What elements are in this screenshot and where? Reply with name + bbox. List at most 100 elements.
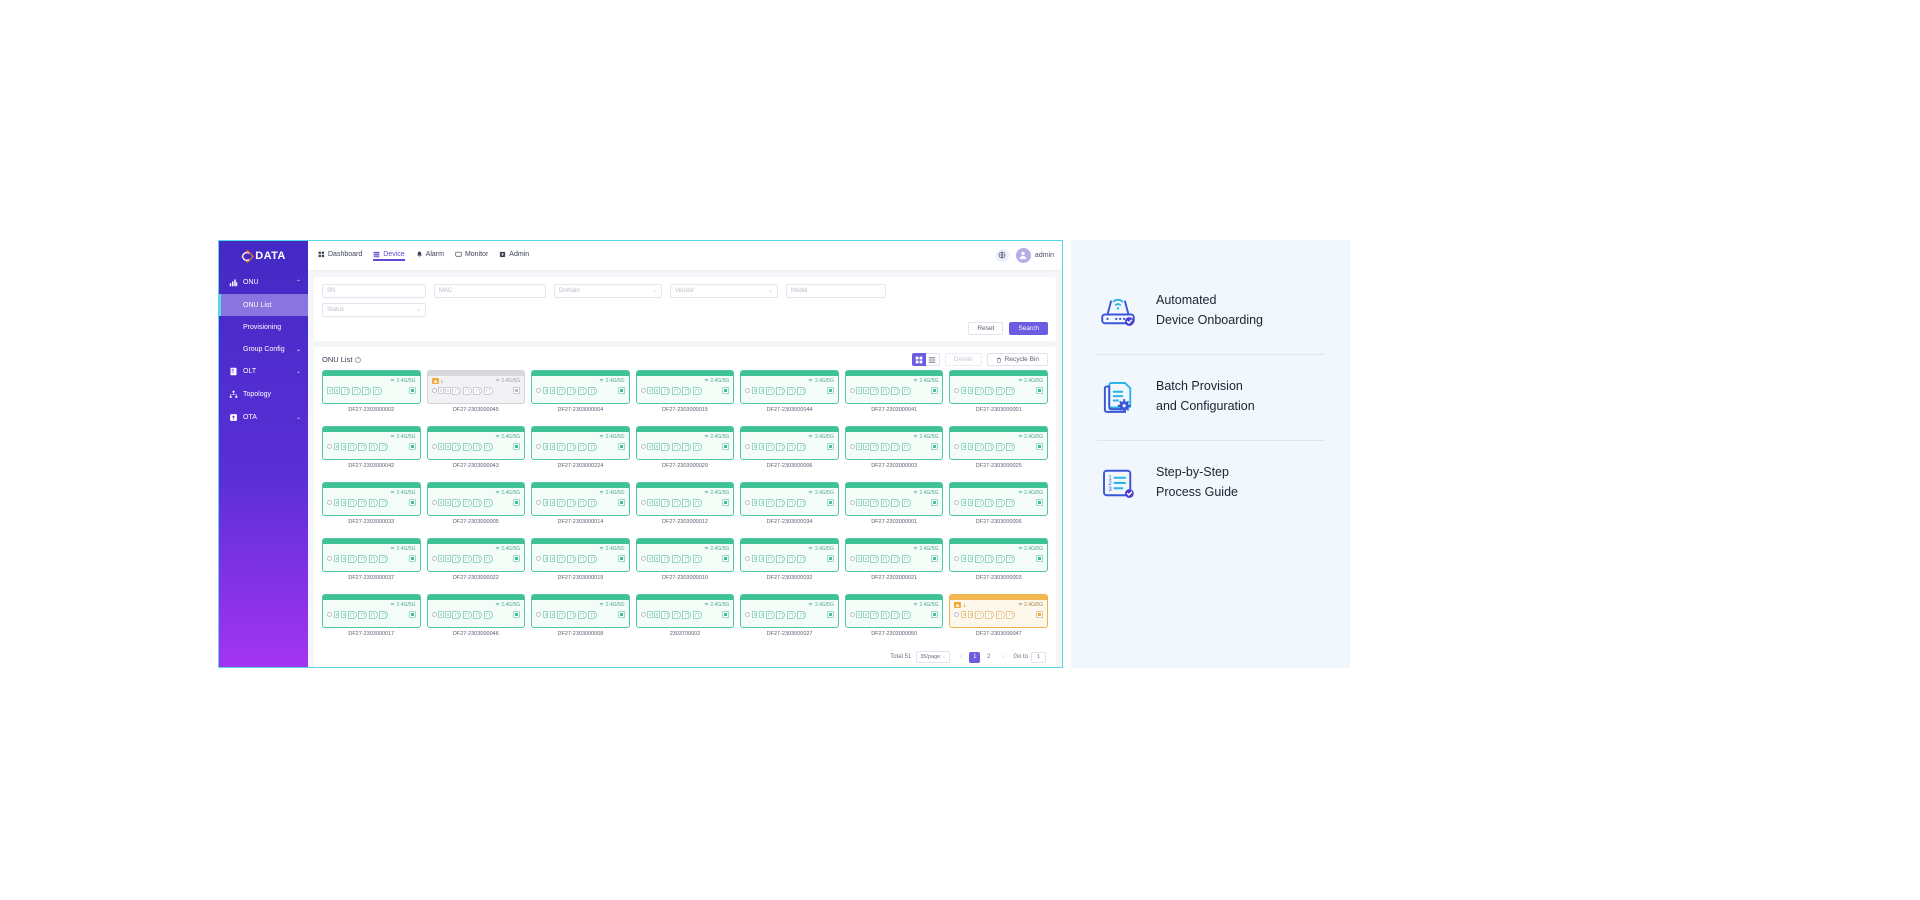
rj11-port[interactable] [549,387,556,395]
power-port[interactable] [931,555,939,563]
device-card[interactable]: 2.4G/5G [635,481,735,516]
rj11-port[interactable] [549,499,556,507]
rj45-port[interactable] [661,498,671,507]
prev-page-button[interactable]: ‹ [955,651,967,663]
rj45-port[interactable] [870,498,880,507]
power-port[interactable] [722,555,730,563]
power-port[interactable] [826,443,834,451]
reset-button[interactable]: Reset [968,321,1004,335]
rj11-port[interactable] [333,499,339,507]
power-port[interactable] [513,387,521,395]
rj45-port[interactable] [985,442,995,451]
device-card[interactable]: 2.4G/5G [844,537,944,572]
rj45-port[interactable] [473,442,483,451]
rj11-port[interactable] [960,555,967,563]
device-card[interactable]: 2.4G/5G [635,537,735,572]
tab-device[interactable]: Device [373,251,406,261]
rj45-port[interactable] [372,386,382,395]
rj45-port[interactable] [880,386,890,395]
rj45-port[interactable] [556,386,566,395]
rj11-port[interactable] [549,611,556,619]
rj45-port[interactable] [797,498,807,507]
device-card[interactable]: 2.4G/5G [426,537,526,572]
rj45-port[interactable] [995,610,1005,619]
globe-icon[interactable] [995,248,1009,262]
rj11-port[interactable] [438,443,444,451]
rj45-port[interactable] [891,554,901,563]
rj11-port[interactable] [863,443,869,451]
rj11-port[interactable] [863,499,869,507]
rj45-port[interactable] [901,498,911,507]
tab-monitor[interactable]: Monitor [455,251,488,260]
rj45-port[interactable] [974,498,984,507]
power-port[interactable] [722,611,730,619]
rj45-port[interactable] [891,386,901,395]
rj45-port[interactable] [776,386,786,395]
rj11-port[interactable] [333,611,339,619]
rj45-port[interactable] [682,554,692,563]
rj45-port[interactable] [358,554,367,563]
rj45-port[interactable] [692,610,702,619]
rj45-port[interactable] [671,498,681,507]
recycle-bin-button[interactable]: Recycle Bin [986,353,1048,367]
rj45-port[interactable] [776,442,786,451]
rj45-port[interactable] [901,386,911,395]
rj11-port[interactable] [445,611,451,619]
rj11-port[interactable] [654,387,660,395]
rj45-port[interactable] [995,554,1005,563]
goto-page-input[interactable]: 1 [1031,651,1046,663]
rj45-port[interactable] [347,442,357,451]
rj45-port[interactable] [776,498,786,507]
rj45-port[interactable] [995,386,1005,395]
rj45-port[interactable] [1006,610,1016,619]
rj45-port[interactable] [368,554,378,563]
tab-admin[interactable]: Admin [499,251,529,260]
rj45-port[interactable] [765,386,775,395]
tab-dashboard[interactable]: Dashboard [318,251,362,260]
rj45-port[interactable] [797,386,807,395]
rj11-port[interactable] [654,499,660,507]
device-card[interactable]: 2.4G/5G [635,369,735,404]
rj45-port[interactable] [588,442,598,451]
rj11-port[interactable] [967,387,974,395]
rj11-port[interactable] [960,443,967,451]
rj45-port[interactable] [1006,442,1016,451]
rj11-port[interactable] [647,443,653,451]
rj45-port[interactable] [786,554,796,563]
next-page-button[interactable]: › [997,651,1009,663]
power-port[interactable] [826,387,834,395]
device-card[interactable]: 2.4G/5G [635,425,735,460]
select-vendor[interactable]: Vendor ⌄ [670,283,778,298]
rj45-port[interactable] [567,498,577,507]
rj45-port[interactable] [671,554,681,563]
rj45-port[interactable] [1006,554,1016,563]
rj45-port[interactable] [483,554,493,563]
device-card[interactable]: 2.4G/5G [844,425,944,460]
rj45-port[interactable] [891,442,901,451]
rj45-port[interactable] [577,498,587,507]
power-port[interactable] [931,611,939,619]
device-card[interactable]: 2.4G/5G [844,481,944,516]
brand-logo[interactable]: DATA [219,241,308,271]
rj11-port[interactable] [333,443,339,451]
rj45-port[interactable] [870,386,880,395]
device-card[interactable]: 2.4G/5G [949,369,1048,404]
sidebar-item-topology[interactable]: Topology [219,383,308,406]
rj11-port[interactable] [549,555,556,563]
device-card[interactable]: 2.4G/5G [531,481,630,516]
device-card[interactable]: 2.4G/5G [949,537,1048,572]
device-card[interactable]: 2.4G/5G [426,481,526,516]
device-card[interactable]: 2.4G/5G [426,425,526,460]
rj45-port[interactable] [452,610,462,619]
power-port[interactable] [1035,387,1043,395]
rj45-port[interactable] [556,498,566,507]
device-card[interactable]: 2.4G/5G [322,481,421,516]
rj11-port[interactable] [445,555,451,563]
sidebar-item-olt[interactable]: OLT ⌄ [219,360,308,383]
device-card[interactable]: 2.4G/5G [322,425,421,460]
rj45-port[interactable] [368,610,378,619]
rj45-port[interactable] [661,386,671,395]
rj45-port[interactable] [556,610,566,619]
rj45-port[interactable] [368,498,378,507]
rj11-port[interactable] [647,555,653,563]
